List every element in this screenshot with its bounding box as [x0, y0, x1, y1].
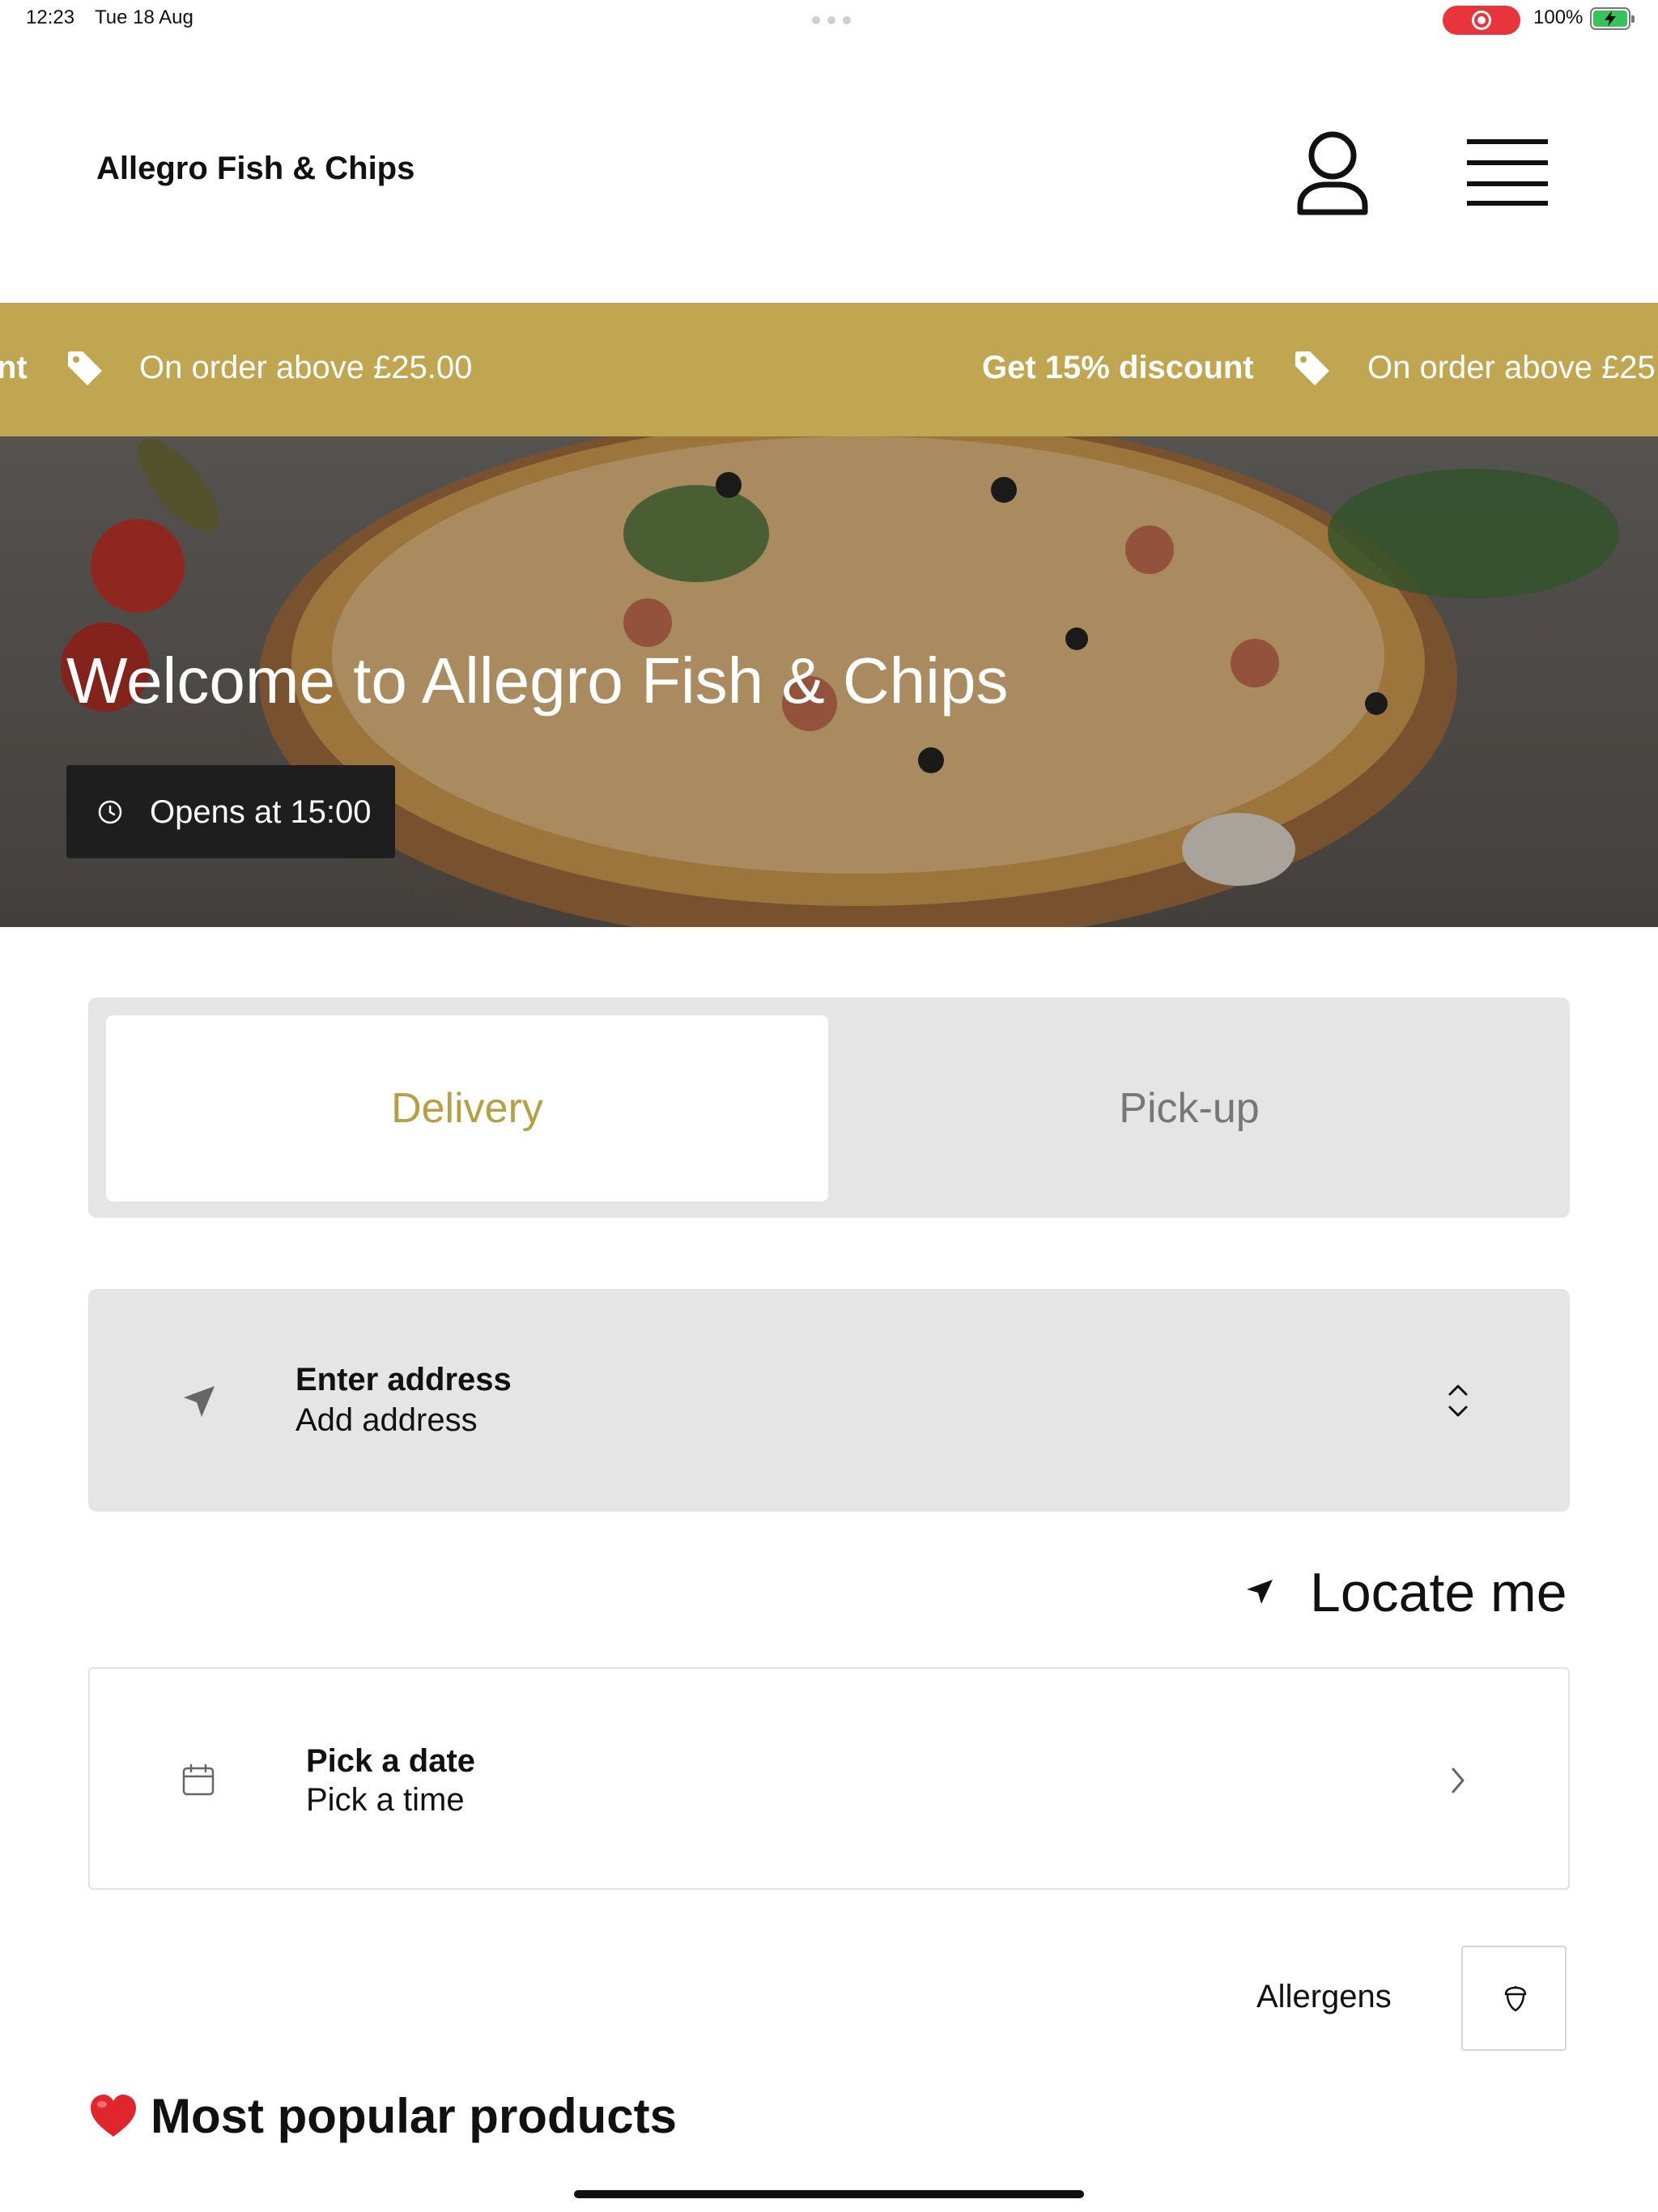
tag-icon [68, 351, 102, 385]
time-subtitle: Pick a time [306, 1782, 465, 1818]
navigation-arrow-icon [184, 1386, 215, 1417]
promo-text-minimum-partial: On order above £25 [1367, 350, 1656, 385]
section-title-text: Most popular products [151, 2088, 677, 2143]
section-title-popular: Most popular products [89, 2087, 677, 2144]
hero-banner: Welcome to Allegro Fish & Chips Opens at… [0, 436, 1658, 927]
order-type-toggle: Delivery Pick-up [88, 998, 1570, 1218]
allergens-button[interactable] [1461, 1946, 1567, 2051]
promo-banner: nt On order above £25.00 Get 15% discoun… [0, 303, 1658, 436]
location-arrow-icon [1247, 1580, 1273, 1604]
battery-percent: 100% [1533, 6, 1584, 28]
address-title: Enter address [295, 1362, 512, 1397]
promo-text-minimum: On order above £25.00 [139, 350, 473, 385]
multitasking-dots[interactable] [812, 16, 851, 24]
address-selector[interactable]: Enter address Add address [88, 1289, 1570, 1512]
status-bar: 12:23 Tue 18 Aug 100% [0, 0, 1658, 39]
calendar-icon [182, 1763, 215, 1796]
locate-me-button[interactable]: Locate me [1244, 1556, 1567, 1629]
address-subtitle: Add address [295, 1402, 478, 1438]
screen-recording-icon[interactable] [1443, 6, 1520, 35]
tag-icon [1295, 351, 1329, 385]
battery-icon [1590, 7, 1635, 30]
status-time: 12:23 [26, 6, 75, 28]
allergens-label: Allergens [1256, 1979, 1392, 2014]
promo-text-discount-partial: nt [0, 350, 28, 385]
user-icon[interactable] [1294, 128, 1371, 219]
chevron-up-down-icon [1448, 1385, 1468, 1417]
tab-pickup[interactable]: Pick-up [828, 1015, 1550, 1202]
promo-text-discount: Get 15% discount [982, 350, 1254, 385]
chevron-right-icon [1452, 1767, 1465, 1793]
brand-title[interactable]: Allegro Fish & Chips [96, 151, 414, 187]
acorn-icon [1504, 1986, 1527, 2012]
status-date: Tue 18 Aug [95, 6, 193, 28]
hamburger-menu-icon[interactable] [1467, 138, 1548, 207]
heart-icon [91, 2095, 136, 2137]
home-indicator[interactable] [574, 2190, 1084, 2198]
tab-delivery[interactable]: Delivery [106, 1015, 828, 1202]
date-title: Pick a date [306, 1743, 476, 1779]
clock-icon [98, 800, 122, 824]
hero-title: Welcome to Allegro Fish & Chips [66, 644, 1009, 717]
locate-me-label: Locate me [1310, 1562, 1567, 1623]
opening-hours-text: Opens at 15:00 [150, 794, 372, 830]
opening-hours-badge: Opens at 15:00 [66, 765, 395, 858]
date-time-picker[interactable]: Pick a date Pick a time [88, 1667, 1570, 1890]
